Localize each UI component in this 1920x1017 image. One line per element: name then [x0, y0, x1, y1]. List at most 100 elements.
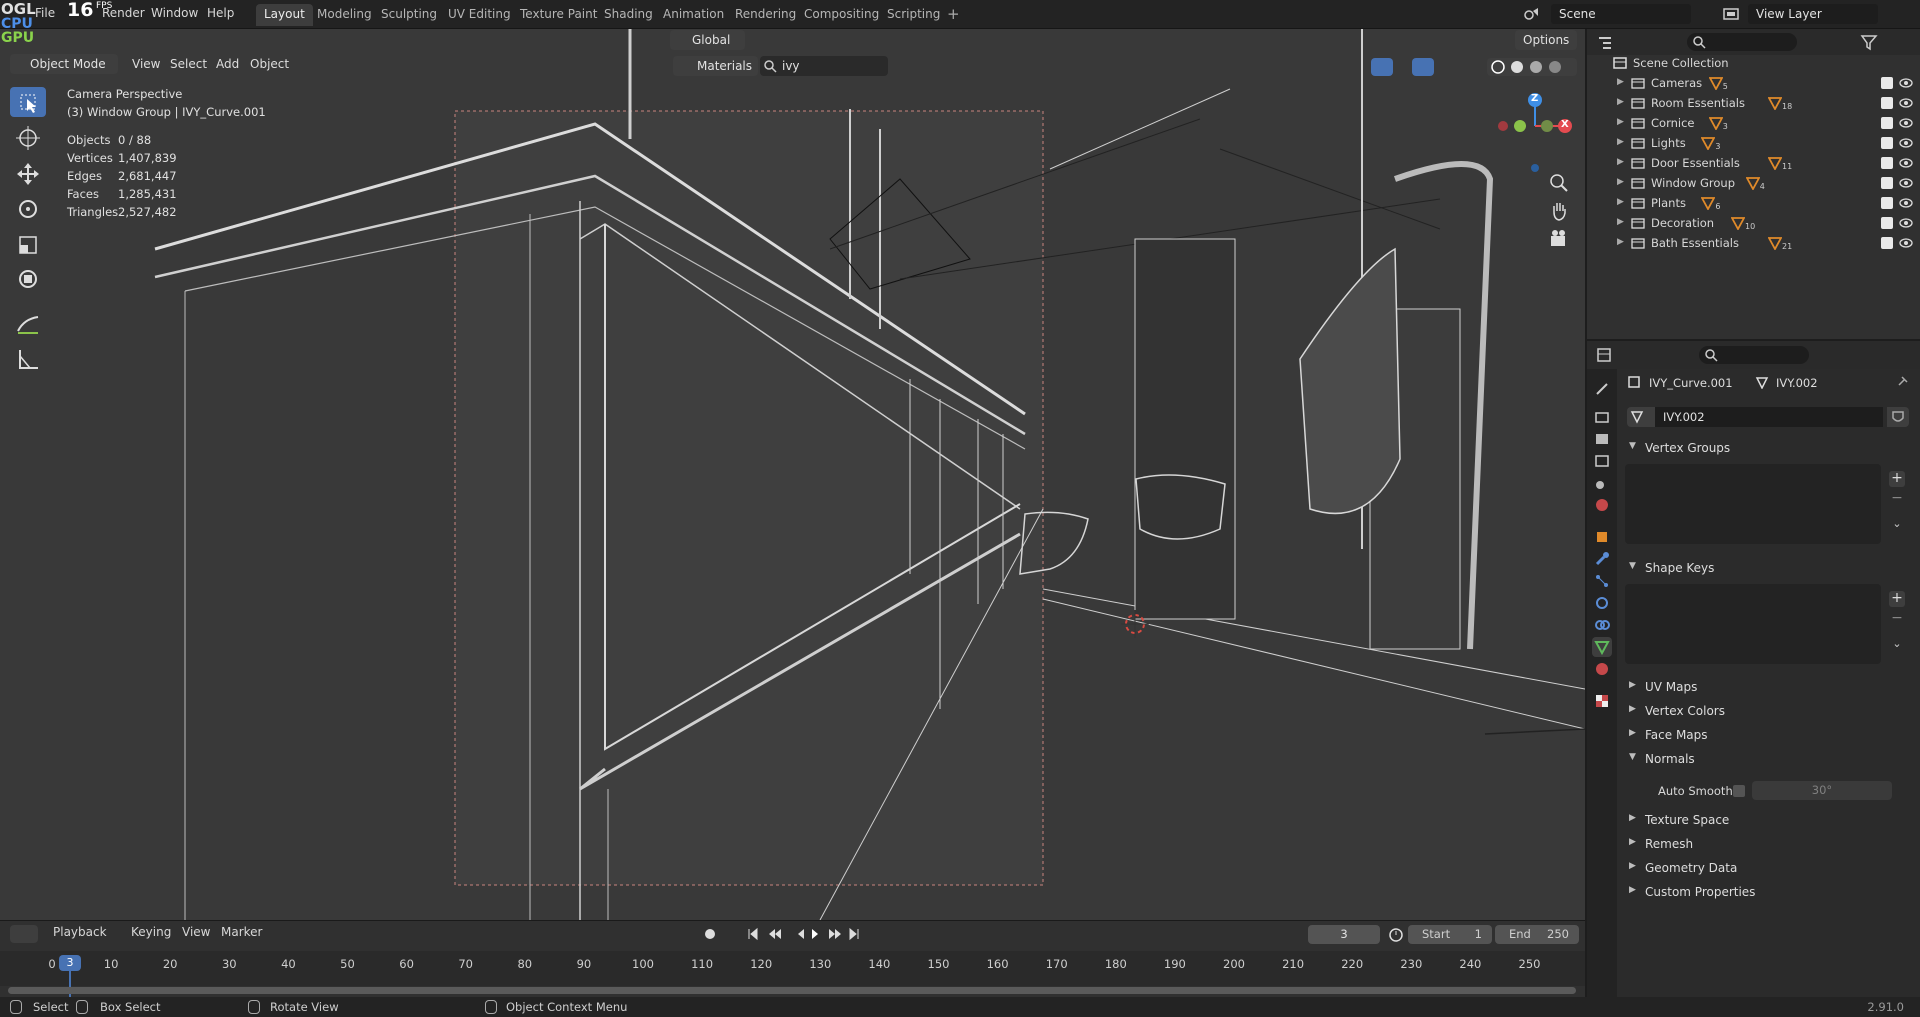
tool-tab-icon[interactable] — [1592, 379, 1612, 399]
shape-keys-list[interactable] — [1625, 584, 1881, 664]
outliner-row-bath-essentials[interactable]: ▶ Bath Essentials 21 — [1587, 233, 1920, 253]
modifier-tab-icon[interactable] — [1592, 549, 1612, 569]
eye-icon[interactable] — [1899, 98, 1913, 108]
tab-modeling[interactable]: Modeling — [309, 4, 380, 26]
eye-icon[interactable] — [1899, 138, 1913, 148]
tab-texture-paint[interactable]: Texture Paint — [512, 4, 605, 26]
exclude-checkbox[interactable] — [1881, 197, 1893, 209]
exclude-checkbox[interactable] — [1881, 77, 1893, 89]
scale-tool-icon[interactable] — [10, 229, 46, 259]
texture-space-panel-header[interactable]: ▶ Texture Space — [1625, 809, 1915, 831]
eye-icon[interactable] — [1899, 158, 1913, 168]
menu-add[interactable]: Add — [216, 57, 239, 71]
expand-arrow-icon[interactable]: ▶ — [1617, 137, 1624, 147]
transform-tool-icon[interactable] — [10, 264, 46, 294]
outliner[interactable]: Scene Collection ▶ Cameras 5 ▶ Room Essentia… — [1587, 29, 1920, 339]
orientation-selector[interactable]: Global — [670, 30, 745, 50]
outliner-row-plants[interactable]: ▶ Plants 6 — [1587, 193, 1920, 213]
vertex-group-add-icon[interactable]: + — [1889, 471, 1905, 487]
eye-icon[interactable] — [1899, 198, 1913, 208]
playback-controls[interactable] — [745, 925, 865, 943]
menu-help[interactable]: Help — [207, 6, 234, 20]
menu-keying[interactable]: Keying — [131, 925, 171, 939]
cursor-tool-icon[interactable] — [10, 123, 46, 153]
navigation-gizmo[interactable]: Z X — [1495, 86, 1575, 176]
render-tab-icon[interactable] — [1592, 407, 1612, 427]
exclude-checkbox[interactable] — [1881, 97, 1893, 109]
properties-editor-type-icon[interactable] — [1595, 346, 1625, 364]
tab-sculpting[interactable]: Sculpting — [373, 4, 445, 26]
exclude-checkbox[interactable] — [1881, 177, 1893, 189]
editor-type-clock-icon[interactable] — [10, 925, 38, 943]
menu-file[interactable]: File — [35, 6, 55, 20]
shading-mode-group[interactable] — [1487, 58, 1577, 76]
tab-shading[interactable]: Shading — [596, 4, 661, 26]
exclude-checkbox[interactable] — [1881, 137, 1893, 149]
view-layer-selector[interactable]: View Layer — [1748, 4, 1878, 24]
vertex-colors-panel-header[interactable]: ▶ Vertex Colors — [1625, 700, 1915, 722]
vertex-groups-panel-header[interactable]: ▼ Vertex Groups — [1625, 437, 1915, 459]
select-box-tool-icon[interactable] — [10, 87, 46, 117]
normals-panel-header[interactable]: ▼ Normals — [1625, 748, 1915, 770]
mesh-name-field[interactable]: IVY.002 — [1655, 407, 1883, 427]
end-frame-field[interactable]: End 250 — [1495, 925, 1579, 944]
tab-compositing[interactable]: Compositing — [796, 4, 887, 26]
expand-arrow-icon[interactable]: ▶ — [1617, 177, 1624, 187]
timeline[interactable]: Playback Keying View Marker 3 Start 1 En… — [0, 920, 1585, 998]
scene-tab-icon[interactable] — [1592, 473, 1612, 493]
exclude-checkbox[interactable] — [1881, 217, 1893, 229]
tab-rendering[interactable]: Rendering — [727, 4, 804, 26]
menu-timeline-view[interactable]: View — [182, 925, 210, 939]
exclude-checkbox[interactable] — [1881, 117, 1893, 129]
constraints-tab-icon[interactable] — [1592, 615, 1612, 635]
vertex-group-remove-icon[interactable]: − — [1889, 491, 1905, 507]
object-tab-icon[interactable] — [1592, 527, 1612, 547]
3d-viewport[interactable]: Object Mode View Select Add Object Globa… — [0, 29, 1585, 920]
tab-uv-editing[interactable]: UV Editing — [440, 4, 519, 26]
menu-view[interactable]: View — [132, 57, 160, 71]
tab-layout[interactable]: Layout — [256, 4, 313, 26]
exclude-checkbox[interactable] — [1881, 157, 1893, 169]
view-layer-tab-icon[interactable] — [1592, 451, 1612, 471]
custom-properties-panel-header[interactable]: ▶ Custom Properties — [1625, 881, 1915, 903]
eye-icon[interactable] — [1899, 178, 1913, 188]
eye-icon[interactable] — [1899, 118, 1913, 128]
menu-playback[interactable]: Playback — [53, 925, 107, 939]
mesh-data-tab-icon[interactable] — [1592, 637, 1612, 657]
outliner-row-window-group[interactable]: ▶ Window Group 4 — [1587, 173, 1920, 193]
mesh-browse-icon[interactable] — [1627, 407, 1655, 427]
outliner-row-scene-collection[interactable]: Scene Collection — [1587, 53, 1920, 73]
gizmo-toggle-icon[interactable] — [1371, 58, 1393, 76]
exclude-checkbox[interactable] — [1881, 237, 1893, 249]
eye-icon[interactable] — [1899, 78, 1913, 88]
start-frame-field[interactable]: Start 1 — [1408, 925, 1492, 944]
expand-arrow-icon[interactable]: ▶ — [1617, 217, 1624, 227]
eye-icon[interactable] — [1899, 238, 1913, 248]
expand-arrow-icon[interactable]: ▶ — [1617, 157, 1624, 167]
outliner-row-cameras[interactable]: ▶ Cameras 5 — [1587, 73, 1920, 93]
expand-arrow-icon[interactable]: ▶ — [1617, 97, 1624, 107]
particles-tab-icon[interactable] — [1592, 571, 1612, 591]
menu-select[interactable]: Select — [170, 57, 207, 71]
outliner-row-lights[interactable]: ▶ Lights 3 — [1587, 133, 1920, 153]
record-icon[interactable] — [700, 925, 720, 943]
camera-view-icon[interactable] — [1547, 227, 1571, 251]
expand-arrow-icon[interactable]: ▶ — [1617, 77, 1624, 87]
timeline-scrollbar[interactable] — [8, 987, 1576, 994]
search-input[interactable]: ivy — [760, 56, 888, 76]
mode-selector[interactable]: Object Mode — [10, 54, 118, 74]
shape-key-menu-chevron-icon[interactable]: ⌄ — [1889, 637, 1905, 653]
outliner-row-decoration[interactable]: ▶ Decoration 10 — [1587, 213, 1920, 233]
remesh-panel-header[interactable]: ▶ Remesh — [1625, 833, 1915, 855]
pan-hand-icon[interactable] — [1547, 199, 1571, 223]
menu-object[interactable]: Object — [250, 57, 289, 71]
expand-arrow-icon[interactable]: ▶ — [1617, 197, 1624, 207]
auto-smooth-checkbox[interactable] — [1733, 785, 1745, 797]
zoom-icon[interactable] — [1547, 171, 1571, 195]
expand-arrow-icon[interactable]: ▶ — [1617, 237, 1624, 247]
properties-editor[interactable]: IVY_Curve.001 IVY.002 IVY.002 ▼ Vertex Gr… — [1587, 341, 1920, 997]
expand-arrow-icon[interactable]: ▶ — [1617, 117, 1624, 127]
vertex-groups-list[interactable] — [1625, 464, 1881, 544]
annotate-tool-icon[interactable] — [10, 309, 46, 339]
move-tool-icon[interactable] — [10, 159, 46, 189]
